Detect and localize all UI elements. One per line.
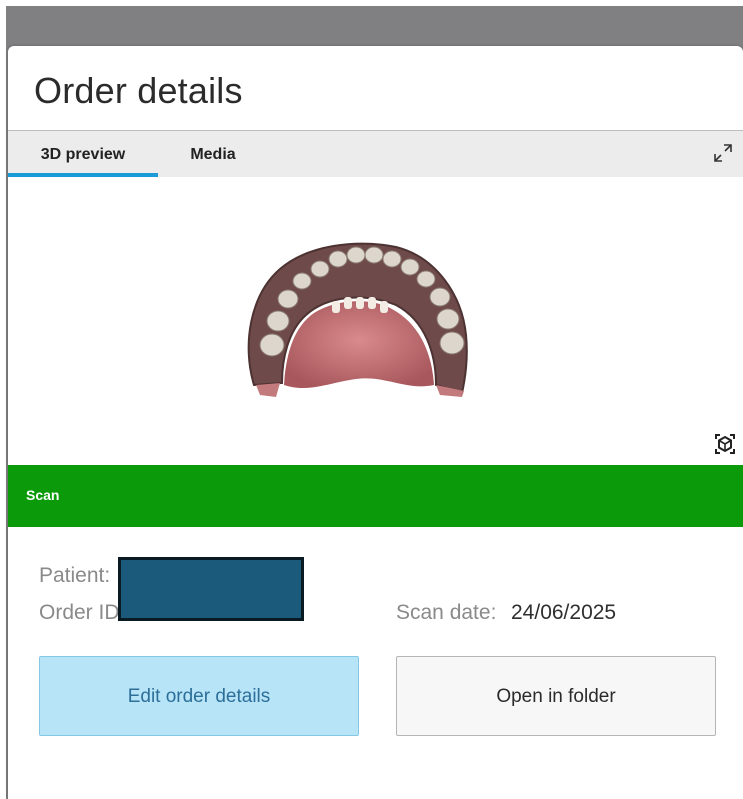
tab-media[interactable]: Media <box>158 131 268 177</box>
open-in-folder-button[interactable]: Open in folder <box>396 656 716 736</box>
edit-order-details-button[interactable]: Edit order details <box>39 656 359 736</box>
tab-bar: 3D preview Media <box>8 131 743 177</box>
scan-date-value: 24/06/2025 <box>511 601 617 624</box>
dialog-title: Order details <box>34 70 243 111</box>
scan-date-label: Scan date: <box>396 601 497 624</box>
patient-label: Patient: <box>39 564 111 587</box>
3d-preview-viewport[interactable] <box>8 177 743 465</box>
order-details-dialog: Order details 3D preview Media Scan Pati… <box>8 46 743 799</box>
tab-3d-preview[interactable]: 3D preview <box>8 131 158 177</box>
scan-section-header[interactable]: Scan <box>8 465 743 527</box>
scan-label: Scan <box>26 487 60 503</box>
view-cube-icon[interactable] <box>712 431 738 457</box>
dental-scan-model <box>247 242 468 397</box>
order-id-label: Order ID: <box>39 601 126 624</box>
redacted-patient-info <box>118 557 304 621</box>
expand-arrows-icon[interactable] <box>711 141 735 165</box>
